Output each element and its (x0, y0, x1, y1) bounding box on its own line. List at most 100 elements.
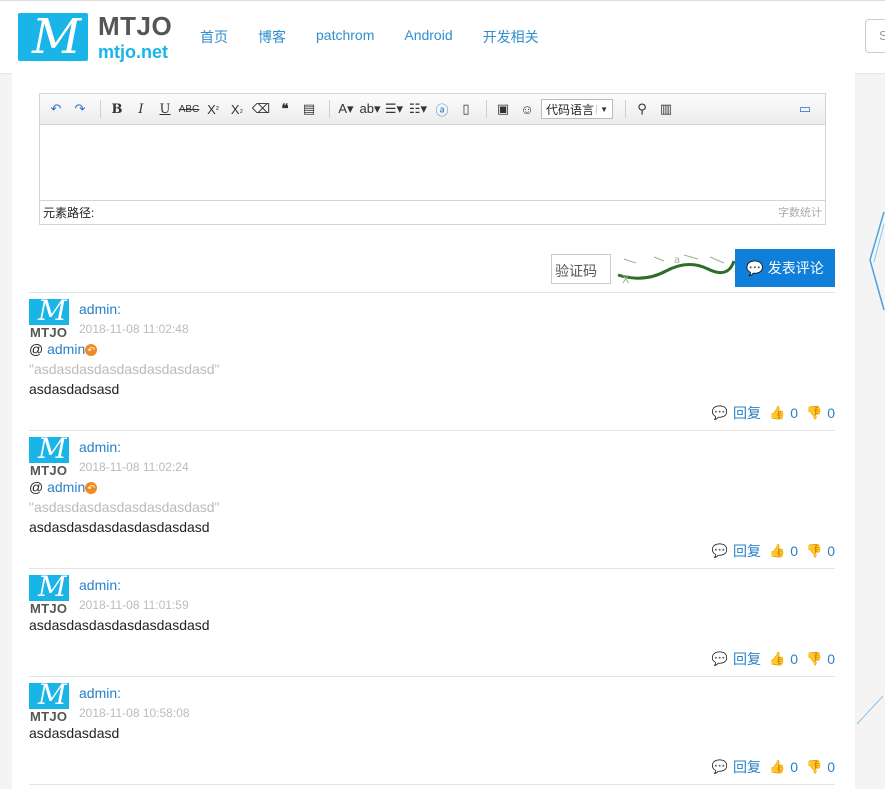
avatar: M MTJO (29, 570, 69, 616)
avatar: M MTJO (29, 294, 69, 340)
nav-home[interactable]: 首页 (200, 27, 228, 47)
background-decoration (869, 211, 885, 311)
thumbs-down-icon: 👎 (806, 759, 823, 774)
avatar-label: MTJO (30, 463, 68, 478)
underline-icon[interactable]: U (155, 99, 175, 119)
reply-to-user[interactable]: admin (47, 341, 85, 357)
background-decoration (856, 695, 884, 725)
comment-item: M MTJO admin: 2018-11-08 11:02:24 @ admi… (29, 431, 835, 568)
divider (29, 784, 835, 785)
reply-label: 回复 (733, 405, 762, 421)
thumbs-down-icon: 👎 (806, 543, 823, 558)
comment-author[interactable]: admin: (79, 577, 121, 593)
ordered-list-icon[interactable]: ☰▾ (384, 99, 404, 119)
highlight-icon[interactable]: ab▾ (360, 99, 381, 119)
reply-button[interactable]: 💬 回复 (708, 649, 761, 669)
thumbs-up-icon: 👍 (769, 651, 786, 666)
dislike-button[interactable]: 👎 0 (802, 543, 835, 559)
nav-patchrom[interactable]: patchrom (316, 27, 374, 47)
comment-actions: 💬 回复 👍 0 👎 0 (704, 541, 835, 561)
reply-label: 回复 (733, 543, 762, 559)
like-button[interactable]: 👍 0 (765, 405, 798, 421)
reply-to: @ admin ↶ (29, 479, 98, 495)
comment-author[interactable]: admin: (79, 439, 121, 455)
reply-button[interactable]: 💬 回复 (708, 403, 761, 423)
redo-icon[interactable]: ↷ (70, 99, 90, 119)
nav-android[interactable]: Android (404, 27, 452, 47)
font-color-icon[interactable]: A▾ (336, 99, 356, 119)
comment-time: 2018-11-08 11:02:24 (79, 460, 189, 474)
undo-icon[interactable]: ↶ (46, 99, 66, 119)
blockquote-icon[interactable]: ❝ (275, 99, 295, 119)
comment-quote: "asdasdasdasdasdasdasdasd" (29, 499, 220, 515)
submit-comment-button[interactable]: 💬 发表评论 (735, 249, 835, 287)
avatar-glyph: M (38, 570, 67, 603)
toolbar-separator (625, 100, 626, 118)
svg-text:X: X (622, 273, 630, 286)
comment-text: asdasdasdasd (29, 725, 120, 741)
reply-button[interactable]: 💬 回复 (708, 541, 761, 561)
site-header: M MTJO mtjo.net 首页 博客 patchrom Android 开… (0, 0, 885, 74)
comment-icon: 💬 (746, 259, 764, 276)
unordered-list-icon[interactable]: ☷▾ (408, 99, 428, 119)
comment-author[interactable]: admin: (79, 301, 121, 317)
chevron-down-icon: ▼ (596, 104, 608, 114)
dislike-button[interactable]: 👎 0 (802, 405, 835, 421)
dislike-count: 0 (827, 759, 835, 775)
paste-plain-icon[interactable]: ▤ (299, 99, 319, 119)
dislike-button[interactable]: 👎 0 (802, 759, 835, 775)
comment-time: 2018-11-08 11:01:59 (79, 598, 189, 612)
reply-to-user[interactable]: admin (47, 479, 85, 495)
comment-item: M MTJO admin: 2018-11-08 10:58:08 asdasd… (29, 677, 835, 784)
image-icon[interactable]: ▣ (493, 99, 513, 119)
search-input[interactable]: S (865, 19, 885, 53)
like-count: 0 (790, 759, 799, 775)
logo-text: MTJO mtjo.net (98, 13, 172, 61)
superscript-icon[interactable]: X² (203, 99, 223, 119)
toolbar-separator (329, 100, 330, 118)
strikethrough-icon[interactable]: ABC (179, 99, 200, 119)
like-button[interactable]: 👍 0 (765, 651, 798, 667)
like-count: 0 (790, 651, 799, 667)
reply-button[interactable]: 💬 回复 (708, 757, 761, 777)
bold-icon[interactable]: B (107, 99, 127, 119)
emoticon-icon[interactable]: ☺ (517, 99, 537, 119)
logo-glyph: M (32, 9, 82, 65)
dislike-count: 0 (827, 651, 835, 667)
comment-item: M MTJO admin: 2018-11-08 11:01:59 asdasd… (29, 569, 835, 676)
toolbar-separator (486, 100, 487, 118)
like-count: 0 (790, 543, 799, 559)
content-panel: ↶ ↷ B I U ABC X² X₂ ⌫ ❝ ▤ A▾ ab▾ ☰▾ ☷▾ ⓐ… (12, 73, 855, 789)
avatar: M MTJO (29, 432, 69, 478)
avatar-label: MTJO (30, 709, 68, 724)
eraser-icon[interactable]: ⌫ (251, 99, 271, 119)
comment-quote: "asdasdasdasdasdasdasdasd" (29, 361, 220, 377)
subscript-icon[interactable]: X₂ (227, 99, 247, 119)
avatar-glyph: M (38, 294, 67, 327)
paste-icon[interactable]: ▥ (656, 99, 676, 119)
nav-dev[interactable]: 开发相关 (483, 27, 539, 47)
page-icon[interactable]: ▯ (456, 99, 476, 119)
editor-text-area[interactable] (40, 125, 825, 200)
reply-to: @ admin ↶ (29, 341, 98, 357)
italic-icon[interactable]: I (131, 99, 151, 119)
code-language-select[interactable]: 代码语言 ▼ (541, 99, 613, 119)
editor-toolbar: ↶ ↷ B I U ABC X² X₂ ⌫ ❝ ▤ A▾ ab▾ ☰▾ ☷▾ ⓐ… (40, 94, 825, 125)
comment-actions: 💬 回复 👍 0 👎 0 (704, 757, 835, 777)
comment-text: asdasdasdasdasdasdasdasd (29, 519, 210, 535)
link-icon[interactable]: ⓐ (432, 99, 452, 119)
comment-text: asdasdadsasd (29, 381, 120, 397)
fullscreen-icon[interactable]: ▭ (795, 99, 815, 119)
find-icon[interactable]: ⚲ (632, 99, 652, 119)
avatar-label: MTJO (30, 325, 68, 340)
captcha-image[interactable]: X a (614, 249, 736, 289)
nav-blog[interactable]: 博客 (258, 27, 286, 47)
site-logo[interactable]: M MTJO mtjo.net (18, 9, 172, 65)
captcha-input[interactable]: 验证码 (551, 254, 611, 284)
comment-author[interactable]: admin: (79, 685, 121, 701)
dislike-button[interactable]: 👎 0 (802, 651, 835, 667)
speech-bubble-icon: 💬 (711, 759, 729, 774)
like-button[interactable]: 👍 0 (765, 543, 798, 559)
logo-domain: mtjo.net (98, 42, 168, 62)
like-button[interactable]: 👍 0 (765, 759, 798, 775)
